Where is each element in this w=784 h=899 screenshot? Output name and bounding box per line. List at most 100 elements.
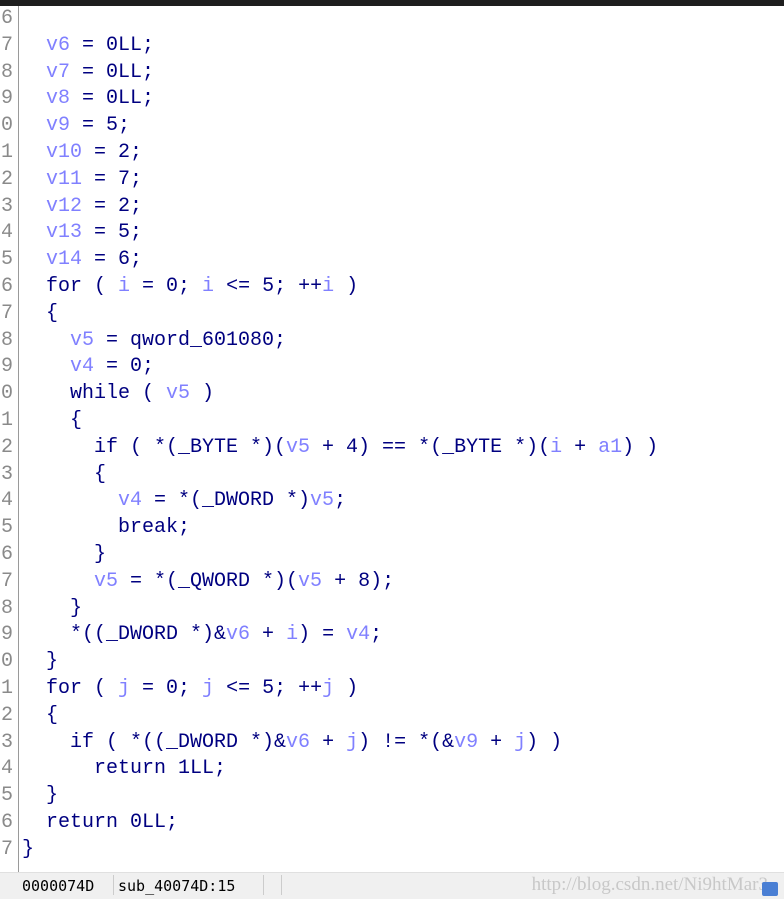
code-token: } [94, 543, 107, 566]
variable-token[interactable]: j [322, 677, 334, 700]
code-line[interactable]: } [70, 596, 82, 623]
variable-token[interactable]: v5 [94, 570, 118, 593]
variable-token[interactable]: v9 [46, 114, 70, 137]
variable-token[interactable]: v9 [454, 731, 478, 754]
line-number: 2 [1, 435, 14, 459]
code-token: = 2; [82, 141, 143, 164]
variable-token[interactable]: v12 [46, 195, 82, 218]
code-line[interactable]: for ( j = 0; j <= 5; ++j ) [46, 676, 358, 703]
status-divider [113, 875, 114, 895]
code-line[interactable]: while ( v5 ) [70, 381, 214, 408]
code-line[interactable]: v5 = qword_601080; [70, 328, 286, 355]
code-line[interactable]: v10 = 2; [46, 140, 142, 167]
line-number: 9 [1, 87, 14, 111]
code-token: return 0LL; [46, 811, 179, 834]
code-line[interactable]: for ( i = 0; i <= 5; ++i ) [46, 274, 358, 301]
code-line[interactable]: v14 = 6; [46, 247, 142, 274]
variable-token[interactable]: i [202, 275, 214, 298]
code-token: ) = [298, 623, 347, 647]
variable-token[interactable]: v6 [46, 34, 70, 57]
code-line[interactable]: break; [118, 515, 190, 542]
code-line[interactable]: if ( *(_BYTE *)(v5 + 4) == *(_BYTE *)(i … [94, 435, 658, 462]
variable-token[interactable]: a1 [598, 436, 622, 459]
line-number: 5 [1, 784, 14, 808]
code-line[interactable]: v11 = 7; [46, 167, 142, 194]
code-token: = 6; [82, 248, 143, 272]
status-address: 0000074D [22, 877, 95, 895]
variable-token[interactable]: v7 [46, 61, 70, 84]
code-token: ) [334, 677, 359, 700]
variable-token[interactable]: j [202, 677, 214, 700]
code-line[interactable]: v5 = *(_QWORD *)(v5 + 8); [94, 569, 394, 596]
code-line[interactable]: { [70, 408, 82, 435]
line-number: 0 [1, 650, 14, 674]
code-line[interactable]: v13 = 5; [46, 220, 142, 247]
variable-token[interactable]: v10 [46, 141, 82, 164]
code-line[interactable]: v4 = *(_DWORD *)v5; [118, 488, 346, 515]
variable-token[interactable]: v13 [46, 221, 82, 244]
variable-token[interactable]: v6 [286, 731, 310, 754]
code-line[interactable]: v7 = 0LL; [46, 60, 154, 87]
code-token: { [70, 409, 83, 432]
line-number: 7 [1, 301, 14, 325]
code-line[interactable]: } [94, 542, 106, 569]
variable-token[interactable]: v5 [70, 329, 94, 352]
variable-token[interactable]: i [550, 436, 562, 459]
variable-token[interactable]: i [286, 623, 298, 646]
code-line[interactable]: v8 = 0LL; [46, 86, 154, 113]
code-token: + 8); [322, 569, 395, 593]
code-token: if ( *((_DWORD *)& [70, 730, 287, 754]
variable-token[interactable]: j [346, 731, 358, 754]
line-number: 8 [1, 596, 14, 620]
variable-token[interactable]: v8 [46, 87, 70, 110]
line-number: 4 [1, 489, 14, 513]
code-line[interactable]: return 0LL; [46, 810, 178, 837]
code-line[interactable]: v9 = 5; [46, 113, 130, 140]
line-number: 7 [1, 569, 14, 593]
code-line[interactable]: } [46, 783, 58, 810]
code-line[interactable]: } [22, 837, 34, 864]
line-number: 6 [1, 7, 14, 30]
variable-token[interactable]: v6 [226, 623, 250, 646]
code-line[interactable]: v6 = 0LL; [46, 33, 154, 60]
code-line[interactable]: if ( *((_DWORD *)&v6 + j) != *(&v9 + j) … [70, 730, 562, 757]
variable-token[interactable]: i [118, 275, 130, 298]
code-line[interactable]: { [46, 301, 58, 328]
code-token: { [46, 703, 59, 727]
variable-token[interactable]: v5 [298, 570, 322, 593]
variable-token[interactable]: v5 [286, 436, 310, 459]
code-token: + 4) == *(_BYTE *)( [310, 435, 551, 459]
code-token: { [46, 301, 59, 325]
line-number: 1 [1, 677, 14, 700]
code-token: for ( [46, 275, 119, 298]
watermark: http://blog.csdn.net/Ni9htMar3 [531, 874, 768, 895]
code-line[interactable]: } [46, 649, 58, 676]
line-number: 8 [1, 60, 14, 84]
variable-token[interactable]: v4 [70, 355, 94, 378]
pseudocode-view[interactable]: v6 = 0LL; v7 = 0LL; v8 = 0LL; v9 = 5; v10 = … [22, 6, 784, 872]
code-line[interactable]: v4 = 0; [70, 354, 154, 381]
line-number: 3 [1, 462, 14, 486]
code-token: ; [334, 489, 347, 513]
variable-token[interactable]: v5 [166, 382, 190, 405]
code-token: break; [118, 516, 191, 540]
variable-token[interactable]: v11 [46, 168, 82, 191]
code-line[interactable]: *((_DWORD *)&v6 + i) = v4; [70, 622, 382, 649]
code-token: = 0LL; [70, 87, 155, 111]
code-token: = 0; [94, 355, 155, 379]
code-token: while ( [70, 382, 167, 406]
line-number: 6 [1, 275, 14, 298]
variable-token[interactable]: i [322, 275, 334, 298]
code-line[interactable]: { [46, 703, 58, 730]
code-line[interactable]: v12 = 2; [46, 194, 142, 221]
code-line[interactable]: return 1LL; [94, 756, 226, 783]
variable-token[interactable]: j [118, 677, 130, 700]
code-line[interactable]: { [94, 462, 106, 489]
variable-token[interactable]: v4 [346, 623, 370, 646]
variable-token[interactable]: j [514, 731, 526, 754]
variable-token[interactable]: v4 [118, 489, 142, 512]
variable-token[interactable]: v5 [310, 489, 334, 512]
code-token: if ( *(_BYTE *)( [94, 435, 287, 459]
variable-token[interactable]: v14 [46, 248, 82, 271]
line-number: 8 [1, 328, 14, 352]
